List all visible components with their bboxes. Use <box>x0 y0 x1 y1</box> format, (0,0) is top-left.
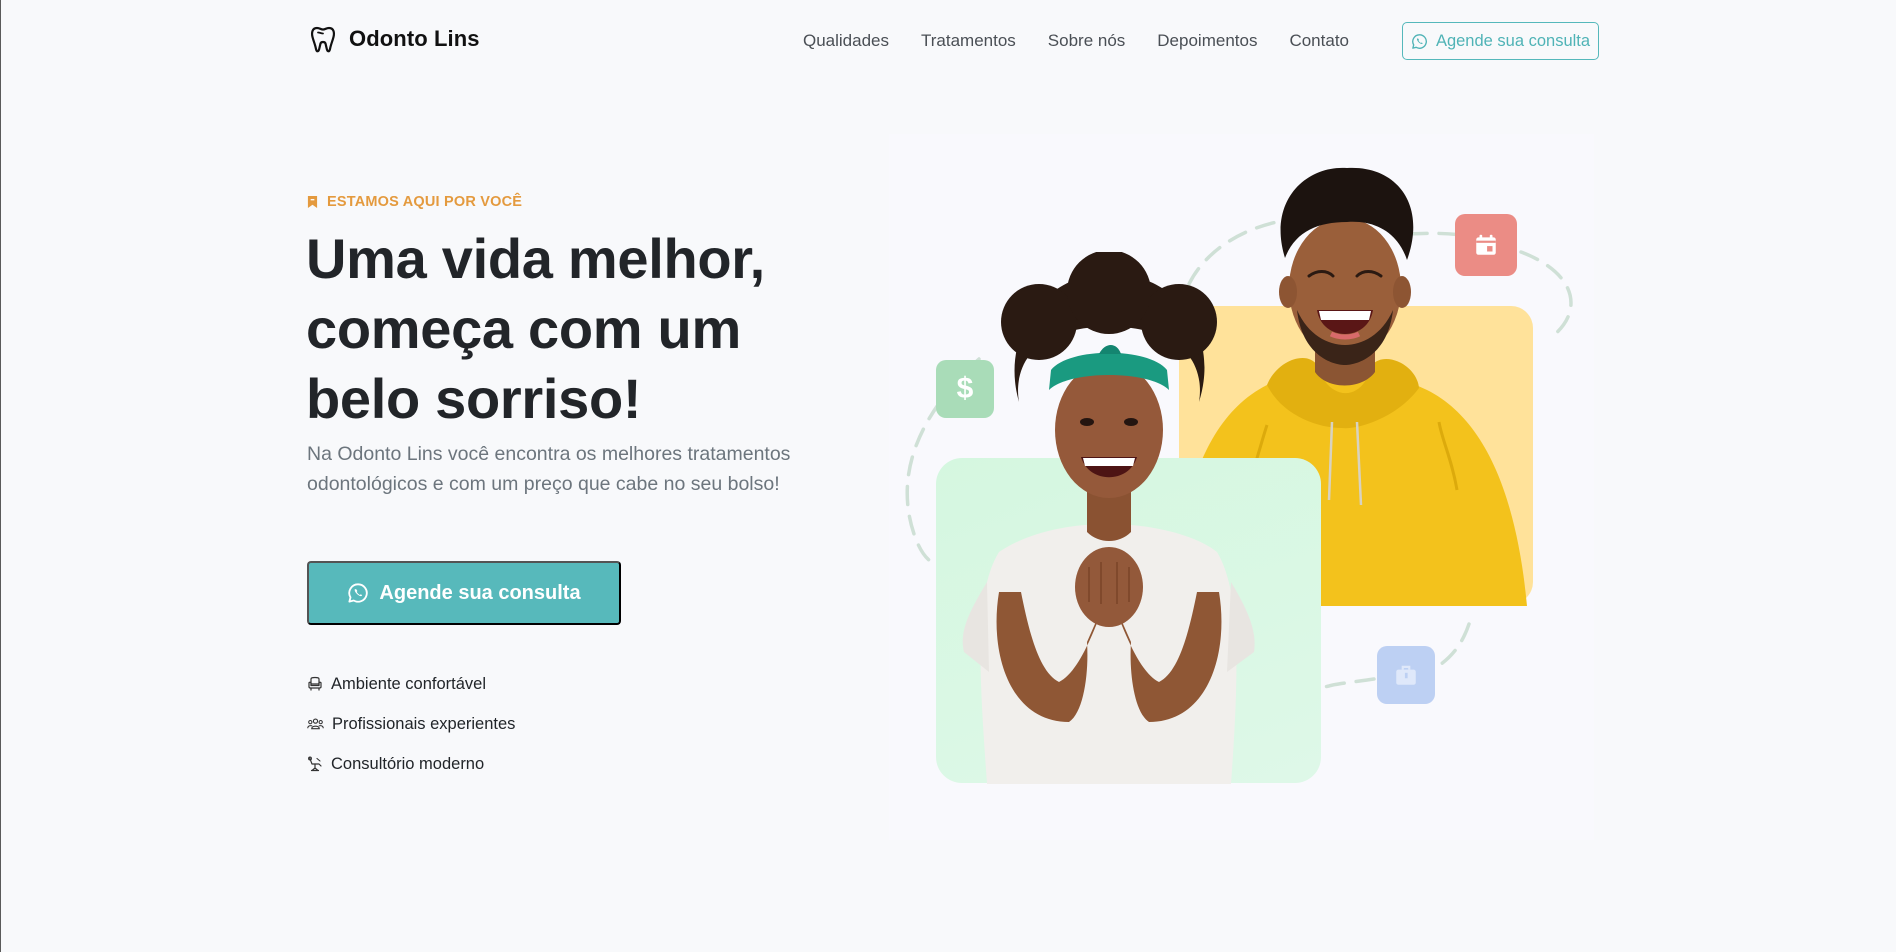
nav-link-tratamentos[interactable]: Tratamentos <box>921 22 1016 60</box>
woman-smiling-photo <box>962 252 1255 784</box>
nav-schedule-button[interactable]: Agende sua consulta <box>1402 22 1599 60</box>
nav-link-sobre-nos[interactable]: Sobre nós <box>1048 22 1126 60</box>
calendar-badge <box>1455 214 1517 276</box>
brand-name: Odonto Lins <box>349 26 480 51</box>
bookmark-icon <box>307 196 318 208</box>
feature-label: Ambiente confortável <box>331 674 487 693</box>
briefcase-icon <box>1396 665 1416 685</box>
feature-item: Consultório moderno <box>307 744 515 784</box>
nav-link-depoimentos[interactable]: Depoimentos <box>1157 22 1257 60</box>
feature-list: Ambiente confortável Profissionais exper… <box>307 664 515 784</box>
calendar-icon <box>1476 234 1496 255</box>
hero-illustration: $ <box>889 134 1594 840</box>
feature-item: Ambiente confortável <box>307 664 515 704</box>
feature-item: Profissionais experientes <box>307 704 515 744</box>
briefcase-badge <box>1377 646 1435 704</box>
hero-title: Uma vida melhor, começa com um belo sorr… <box>306 224 826 434</box>
people-icon <box>307 718 324 730</box>
hero-schedule-label: Agende sua consulta <box>379 581 581 604</box>
dental-chair-icon <box>308 756 322 772</box>
nav-link-qualidades[interactable]: Qualidades <box>803 22 889 60</box>
hero-title-line-2: começa com um <box>306 297 741 360</box>
tooth-icon <box>310 26 336 53</box>
hero-description: Na Odonto Lins você encontra os melhores… <box>307 443 791 495</box>
nav-link-contato[interactable]: Contato <box>1289 22 1349 60</box>
nav-schedule-label: Agende sua consulta <box>1435 31 1591 50</box>
dollar-icon: $ <box>956 372 974 405</box>
hero-title-line-1: Uma vida melhor, <box>306 227 765 290</box>
hero-title-line-3: belo sorriso! <box>306 367 642 430</box>
armchair-icon <box>308 676 322 691</box>
feature-label: Profissionais experientes <box>332 714 516 733</box>
whatsapp-icon <box>348 583 369 603</box>
feature-label: Consultório moderno <box>331 754 485 773</box>
whatsapp-icon <box>1412 33 1427 49</box>
navbar: Odonto Lins Qualidades Tratamentos Sobre… <box>1 0 1896 80</box>
dollar-badge: $ <box>936 360 994 418</box>
brand-logo-link[interactable]: Odonto Lins <box>309 24 480 54</box>
hero-schedule-button[interactable]: Agende sua consulta <box>307 561 621 625</box>
hero-eyebrow-text: ESTAMOS AQUI POR VOCÊ <box>327 194 523 210</box>
nav-links: Qualidades Tratamentos Sobre nós Depoime… <box>803 22 1349 60</box>
hero-eyebrow: ESTAMOS AQUI POR VOCÊ <box>307 194 522 210</box>
